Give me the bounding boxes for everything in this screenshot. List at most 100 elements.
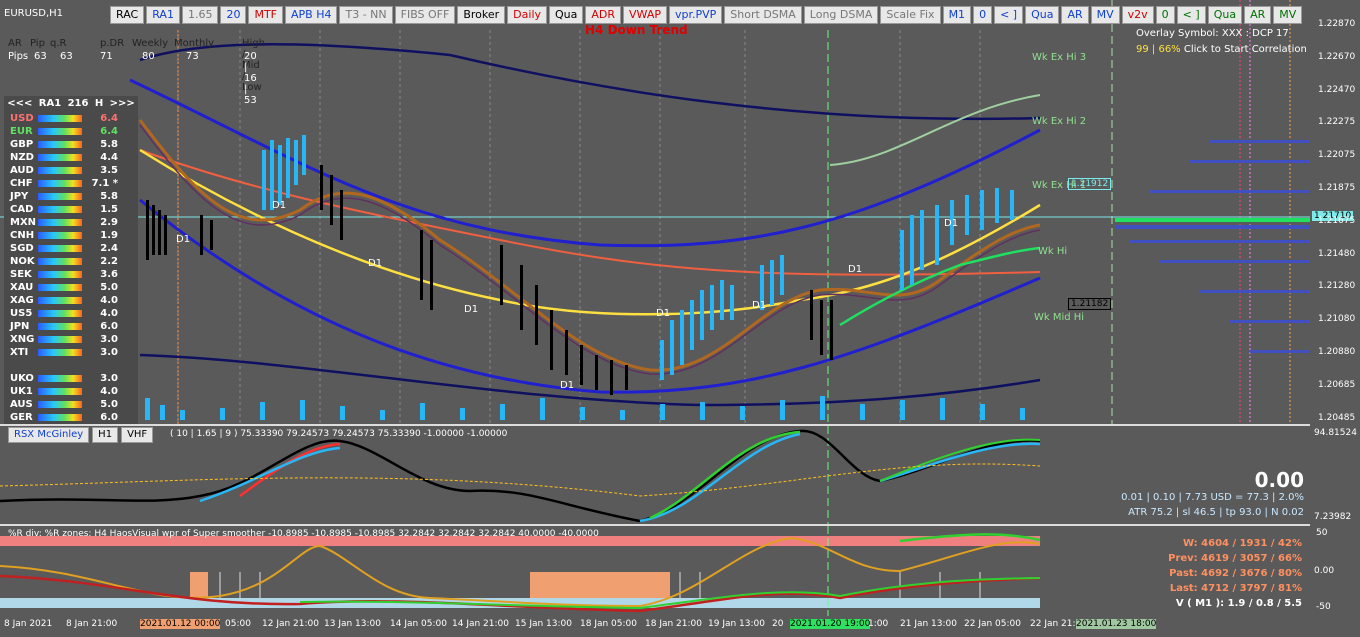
wpr-stats: W: 4604 / 1931 / 42% Prev: 4619 / 3057 / … [1100,536,1302,611]
currency-row[interactable]: NOK 2.2 [4,255,138,268]
toolbar-button[interactable]: 1.65 [181,6,219,24]
wpr-axis-top: 50 [1316,528,1328,538]
currency-row[interactable]: CHF 7.1 * [4,177,138,190]
overlay-line2[interactable]: 99 | 66% Click to Start Correlation [1136,44,1307,55]
currency-row[interactable]: JPN 6.0 [4,320,138,333]
time-axis-label: 19 Jan 13:00 [708,619,765,629]
currency-row[interactable]: US5 4.0 [4,307,138,320]
toolbar-button[interactable]: Scale Fix [880,6,941,24]
currency-row[interactable]: MXN 2.9 [4,216,138,229]
toolbar-button[interactable]: T3 - NN [339,6,393,24]
currency-name: CAD [10,204,34,215]
strength-bar [38,245,82,252]
currency-name: UK1 [10,386,33,397]
currency-row[interactable]: EUR 6.4 [4,125,138,138]
currency-row[interactable]: XAG 4.0 [4,294,138,307]
h1-button[interactable]: H1 [92,427,119,443]
toolbar-button[interactable]: MV [1273,6,1303,24]
rsx-axis-top: 94.81524 [1314,428,1357,438]
currency-row[interactable]: GER 6.0 [4,411,138,424]
toolbar-button[interactable]: M1 [942,6,972,24]
toolbar-button[interactable]: MTF [248,6,283,24]
currency-row[interactable]: GBP 5.8 [4,138,138,151]
wpr-stat-line: V ( M1 ): 1.9 / 0.8 / 5.5 [1175,598,1302,609]
toolbar-button[interactable]: v2v [1121,6,1154,24]
panel-prev-button[interactable]: <<< [7,96,32,112]
toolbar-button[interactable]: APB H4 [285,6,338,24]
toolbar-button[interactable]: FIBS OFF [394,6,456,24]
overlay-line1: Overlay Symbol: XXX : DCP 17 [1136,28,1289,39]
vhf-button[interactable]: VHF [121,427,154,443]
toolbar-button[interactable]: Qua [1207,6,1243,24]
currency-row[interactable]: CAD 1.5 [4,203,138,216]
currency-name: JPY [10,191,29,202]
currency-row[interactable]: SEK 3.6 [4,268,138,281]
d1-label: D1 [848,264,863,275]
toolbar-button[interactable]: 0 [1155,6,1175,24]
time-axis-label: 8 Jan 2021 [4,619,53,629]
currency-value: 5.8 [100,139,118,150]
currency-name: AUD [10,165,34,176]
price-axis-label: 1.22275 [1318,117,1356,128]
time-axis-label: 2021.01.23 18:00 [1076,619,1157,629]
currency-row[interactable]: XAU 5.0 [4,281,138,294]
toolbar-button[interactable]: Broker [457,6,506,24]
currency-value: 6.4 [100,126,118,137]
toolbar-button[interactable]: AR [1061,6,1089,24]
wpr-stat-line: Last: 4712 / 3797 / 81% [1169,583,1302,594]
currency-row[interactable]: CNH 1.9 [4,229,138,242]
strength-bar [38,180,82,187]
currency-row[interactable]: UKO 3.0 [4,372,138,385]
toolbar-button[interactable]: vpr.PVP [669,6,723,24]
currency-row[interactable]: JPY 5.8 [4,190,138,203]
currency-name: UKO [10,373,34,384]
price-axis-label: 1.21080 [1318,314,1356,325]
d1-label: D1 [944,218,959,229]
toolbar-button[interactable]: MV [1090,6,1120,24]
time-axis-label: 05:00 [225,619,251,629]
panel-next-button[interactable]: >>> [110,96,135,112]
currency-row[interactable]: AUS 5.0 [4,398,138,411]
currency-name: XAG [10,295,34,306]
time-axis-label: 14 Jan 05:00 [390,619,447,629]
toolbar-button[interactable]: ADR [585,6,622,24]
currency-name: JPN [10,321,30,332]
stats-header-cell: q.R [50,38,67,49]
week-label: Wk Hi [1038,246,1068,257]
toolbar-button[interactable]: Qua [549,6,584,24]
currency-row[interactable]: XTI 3.0 [4,346,138,359]
time-axis-label: 15 Jan 13:00 [515,619,572,629]
currency-value: 7.1 * [91,178,118,189]
strength-bar [38,414,82,421]
currency-row[interactable]: USD 6.4 [4,112,138,125]
strength-bar [38,167,82,174]
toolbar-button[interactable]: 20 [220,6,247,24]
price-chart[interactable] [0,0,1310,425]
currency-value: 4.0 [100,295,118,306]
stats-value-cell: 63 [34,51,47,62]
price-axis-label: 1.21675 [1318,215,1356,226]
d1-label: D1 [560,380,575,391]
toolbar-button[interactable]: Short DSMA [724,6,802,24]
currency-value: 3.0 [100,373,118,384]
rsx-mcginley-button[interactable]: RSX McGinley [8,427,90,443]
strength-bar [38,258,82,265]
panel-period: 216 [67,98,89,109]
currency-row[interactable]: XNG 3.0 [4,333,138,346]
toolbar-button[interactable]: RAC [110,6,145,24]
currency-row[interactable]: UK1 4.0 [4,385,138,398]
toolbar-button[interactable]: RA1 [146,6,180,24]
currency-row[interactable]: NZD 4.4 [4,151,138,164]
toolbar-button[interactable]: Long DSMA [803,6,879,24]
toolbar-button[interactable]: VWAP [623,6,667,24]
time-axis-label: 2021.01.20 19:00 [790,619,871,629]
toolbar-button[interactable]: Daily [507,6,548,24]
toolbar-button[interactable]: 0 [973,6,993,24]
toolbar-button[interactable]: AR [1244,6,1272,24]
currency-row[interactable]: SGD 2.4 [4,242,138,255]
toolbar-button[interactable]: Qua [1025,6,1060,24]
toolbar-button[interactable]: < ] [1176,6,1206,24]
profit-value: 0.00 [1254,468,1304,492]
toolbar-button[interactable]: < ] [994,6,1024,24]
currency-row[interactable]: AUD 3.5 [4,164,138,177]
